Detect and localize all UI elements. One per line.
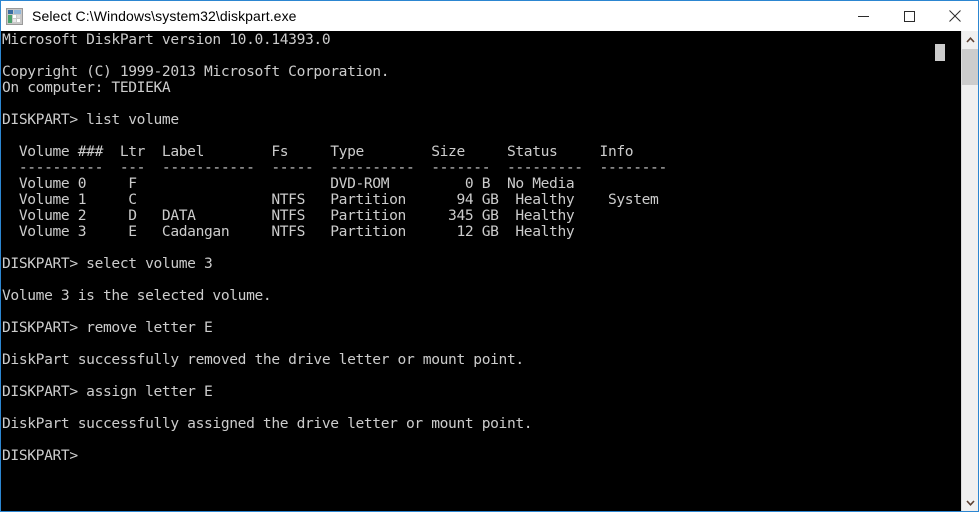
console-window: Select C:\Windows\system32\diskpart.exe … [0,0,979,512]
console-output: Microsoft DiskPart version 10.0.14393.0 … [2,32,667,464]
text-cursor [935,44,945,61]
console-scrollbar[interactable] [961,31,978,511]
console-body[interactable]: Microsoft DiskPart version 10.0.14393.0 … [1,31,978,511]
chevron-up-icon [965,36,975,43]
scrollbar-track[interactable] [962,48,978,494]
maximize-button[interactable] [886,1,932,31]
console-line: Microsoft DiskPart version 10.0.14393.0 [2,31,331,48]
minimize-button[interactable] [840,1,886,31]
console-line: Copyright (C) 1999-2013 Microsoft Corpor… [2,63,390,80]
caption-button-group [840,1,978,31]
title-bar[interactable]: Select C:\Windows\system32\diskpart.exe [1,1,978,31]
console-line: Volume 2 D DATA NTFS Partition 345 GB He… [2,207,575,224]
scrollbar-thumb[interactable] [962,49,978,85]
window-title: Select C:\Windows\system32\diskpart.exe [32,8,297,24]
chevron-down-icon [965,499,975,506]
scroll-down-button[interactable] [962,494,978,511]
console-line: DISKPART> assign letter E [2,383,213,400]
console-line: Volume ### Ltr Label Fs Type Size Status… [2,143,634,160]
console-screen[interactable]: Microsoft DiskPart version 10.0.14393.0 … [1,31,961,511]
console-line: Volume 3 E Cadangan NTFS Partition 12 GB… [2,223,575,240]
console-line: On computer: TEDIEKA [2,79,171,96]
minimize-icon [857,15,869,17]
console-line: DISKPART> [2,447,78,464]
console-line: Volume 0 F DVD-ROM 0 B No Media [2,175,575,192]
console-line: DiskPart successfully removed the drive … [2,351,524,368]
console-line: Volume 3 is the selected volume. [2,287,272,304]
console-app-icon [6,7,23,25]
console-line: DISKPART> remove letter E [2,319,213,336]
console-line: Volume 1 C NTFS Partition 94 GB Healthy … [2,191,659,208]
console-line: DISKPART> select volume 3 [2,255,213,272]
maximize-icon [903,10,915,22]
close-icon [949,10,961,22]
scroll-up-button[interactable] [962,31,978,48]
console-line: ---------- --- ----------- ----- -------… [2,159,667,176]
console-line: DiskPart successfully assigned the drive… [2,415,533,432]
close-button[interactable] [932,1,978,31]
console-line: DISKPART> list volume [2,111,179,128]
